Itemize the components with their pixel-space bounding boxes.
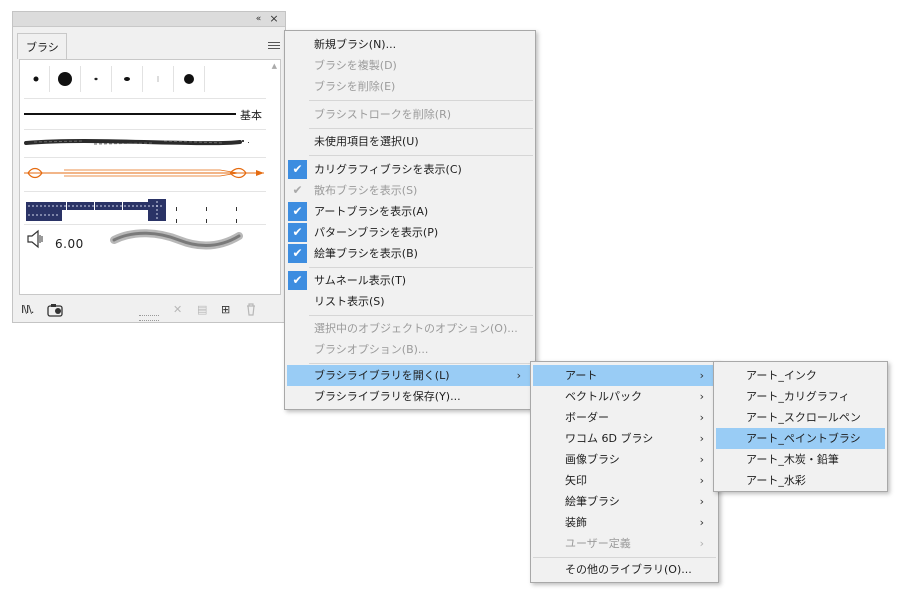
chevron-right-icon: › [516, 369, 521, 382]
remove-stroke-icon[interactable]: ✕ [173, 302, 182, 318]
chevron-right-icon: › [699, 453, 704, 466]
basic-brush-label: 基本 [238, 107, 262, 123]
submenu-user-defined: ユーザー定義 › [533, 533, 716, 554]
menu-show-art[interactable]: ✔ アートブラシを表示(A) [287, 201, 533, 222]
chevron-right-icon: › [699, 411, 704, 424]
checkmark-icon: ✔ [288, 223, 307, 242]
art-charcoal-pencil[interactable]: アート_木炭・鉛筆 [716, 449, 885, 470]
checkmark-icon: ✔ [288, 160, 307, 179]
brush-pattern[interactable] [24, 197, 266, 223]
brush-dot-oval[interactable] [115, 66, 139, 92]
menu-show-scatter: ✔ 散布ブラシを表示(S) [287, 180, 533, 201]
brush-dot-small[interactable] [24, 66, 48, 92]
menu-remove-brush-stroke: ブラシストロークを削除(R) [314, 108, 452, 121]
submenu-art[interactable]: アート › [533, 365, 716, 386]
chevron-right-icon: › [699, 369, 704, 382]
menu-open-brush-library[interactable]: ブラシライブラリを開く(L) › [287, 365, 533, 386]
new-brush-icon[interactable]: ⊞ [221, 302, 230, 318]
chevron-right-icon: › [699, 390, 704, 403]
delete-brush-icon[interactable] [245, 302, 257, 318]
brush-dot-tiny[interactable] [84, 66, 108, 92]
brush-libraries-menu-icon[interactable]: I\I\. [21, 302, 34, 318]
art-calligraphic[interactable]: アート_カリグラフィ [716, 386, 885, 407]
brush-charcoal[interactable] [24, 136, 266, 150]
brush-dot-faint[interactable] [146, 66, 170, 92]
tab-brushes[interactable]: ブラシ [17, 33, 67, 59]
brush-library-submenu: アート › ベクトルパック › ボーダー › ワコム 6D ブラシ › 画像ブラシ › 矢… [530, 361, 719, 583]
scroll-up-icon[interactable]: ▲ [272, 62, 277, 70]
brushes-panel-menu: 新規ブラシ(N)... ブラシを複製(D) ブラシを削除(E) ブラシストローク… [284, 30, 536, 410]
submenu-borders[interactable]: ボーダー › [533, 407, 716, 428]
brush-size-value: 6.00 [55, 237, 84, 251]
panel-titlebar: « × [13, 12, 285, 27]
menu-show-bristle[interactable]: ✔ 絵筆ブラシを表示(B) [287, 243, 533, 264]
submenu-bristle-brush[interactable]: 絵筆ブラシ › [533, 491, 716, 512]
menu-show-pattern[interactable]: ✔ パターンブラシを表示(P) [287, 222, 533, 243]
panel-tab-row: ブラシ [13, 27, 285, 59]
panel-menu-icon[interactable] [267, 40, 281, 52]
art-library-submenu: アート_インク アート_カリグラフィ アート_スクロールペン アート_ペイントブ… [713, 361, 888, 492]
menu-duplicate-brush: ブラシを複製(D) [314, 59, 397, 72]
submenu-wacom-6d[interactable]: ワコム 6D ブラシ › [533, 428, 716, 449]
brushes-panel: « × ブラシ ▲ 基本 6.00 I\I\. ✕ ▤ ⊞ [12, 11, 286, 323]
library-panel-icon[interactable] [47, 302, 65, 318]
submenu-image-brush[interactable]: 画像ブラシ › [533, 449, 716, 470]
bristle-brush-icon [27, 229, 43, 249]
brush-list[interactable]: ▲ 基本 6.00 [19, 59, 281, 295]
menu-save-brush-library[interactable]: ブラシライブラリを保存(Y)... [287, 386, 533, 407]
menu-show-calligraphic[interactable]: ✔ カリグラフィブラシを表示(C) [287, 159, 533, 180]
chevron-right-icon: › [699, 516, 704, 529]
collapse-panel-button[interactable]: « [251, 12, 265, 26]
menu-brush-options: ブラシオプション(B)... [314, 343, 429, 356]
brush-dot-large[interactable] [53, 66, 77, 92]
chevron-right-icon: › [699, 537, 704, 550]
submenu-arrows[interactable]: 矢印 › [533, 470, 716, 491]
art-ink[interactable]: アート_インク [716, 365, 885, 386]
menu-selected-object-options: 選択中のオブジェクトのオプション(O)... [314, 322, 518, 335]
art-paintbrush[interactable]: アート_ペイントブラシ [716, 428, 885, 449]
brush-dot-medium[interactable] [177, 66, 201, 92]
chevron-right-icon: › [699, 474, 704, 487]
submenu-other-library[interactable]: その他のライブラリ(O)... [533, 559, 716, 580]
art-scroll-pen[interactable]: アート_スクロールペン [716, 407, 885, 428]
chevron-right-icon: › [699, 495, 704, 508]
menu-thumbnail-view[interactable]: ✔ サムネール表示(T) [287, 270, 533, 291]
art-watercolor[interactable]: アート_水彩 [716, 470, 885, 491]
menu-select-unused[interactable]: 未使用項目を選択(U) [287, 131, 533, 152]
tab-label: ブラシ [26, 41, 59, 54]
brush-arrow[interactable] [24, 163, 266, 183]
close-panel-button[interactable]: × [267, 12, 281, 26]
submenu-decorative[interactable]: 装飾 › [533, 512, 716, 533]
panel-resize-grip[interactable] [139, 315, 159, 321]
chevron-right-icon: › [699, 432, 704, 445]
checkmark-icon: ✔ [288, 202, 307, 221]
brush-options-icon[interactable]: ▤ [197, 302, 207, 318]
submenu-vector-packs[interactable]: ベクトルパック › [533, 386, 716, 407]
checkmark-icon: ✔ [292, 183, 303, 197]
menu-list-view[interactable]: リスト表示(S) [287, 291, 533, 312]
brush-bristle[interactable]: 6.00 [24, 226, 266, 252]
menu-new-brush[interactable]: 新規ブラシ(N)... [287, 34, 533, 55]
checkmark-icon: ✔ [288, 271, 307, 290]
menu-delete-brush: ブラシを削除(E) [314, 80, 396, 93]
checkmark-icon: ✔ [288, 244, 307, 263]
